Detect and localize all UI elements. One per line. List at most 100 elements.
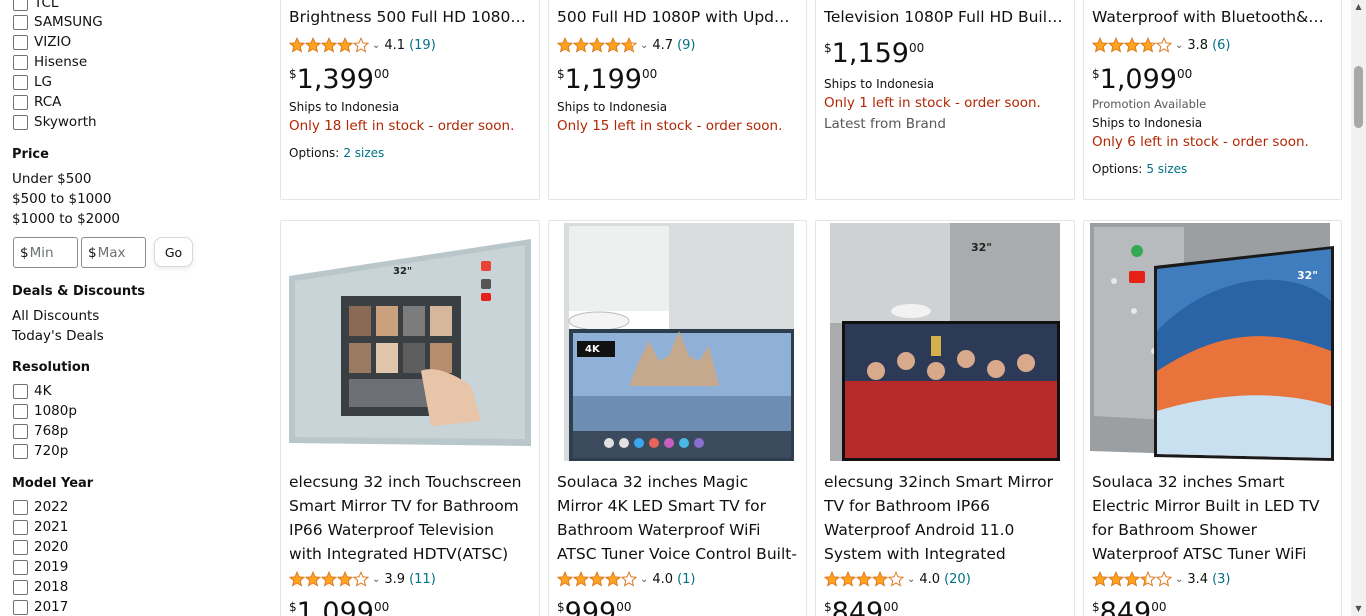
checkbox[interactable]: [13, 0, 28, 11]
sizes-link[interactable]: 2 sizes: [343, 146, 384, 160]
product-image[interactable]: 4K: [549, 221, 806, 462]
checkbox[interactable]: [13, 403, 28, 419]
scrollbar-thumb[interactable]: [1354, 66, 1363, 128]
price-go-button[interactable]: Go: [154, 237, 193, 267]
resolution-filter-720p[interactable]: 720p: [13, 441, 68, 461]
price[interactable]: $ 999 00: [557, 598, 798, 616]
price-500-1000-link[interactable]: $500 to $1000: [12, 191, 111, 207]
star-rating-icon: [557, 571, 637, 587]
checkbox[interactable]: [13, 34, 28, 50]
product-card[interactable]: 500 Full HD 1080P with Updat... ⌄ 4.7 (9…: [548, 0, 807, 200]
product-card[interactable]: Waterproof with Bluetooth&Wi... ⌄ 3.8 (6…: [1083, 0, 1342, 200]
resolution-filter-4k[interactable]: 4K: [13, 381, 51, 401]
checkbox[interactable]: [13, 383, 28, 399]
review-count-link[interactable]: (3): [1212, 572, 1230, 587]
checkbox[interactable]: [13, 423, 28, 439]
price-whole: 1,199: [564, 64, 642, 95]
rating-row[interactable]: ⌄ 4.0 (20): [824, 569, 1066, 589]
rating-row[interactable]: ⌄ 3.4 (3): [1092, 569, 1333, 589]
chevron-down-icon[interactable]: ⌄: [1175, 574, 1183, 585]
checkbox[interactable]: [13, 114, 28, 130]
checkbox[interactable]: [13, 74, 28, 90]
review-count-link[interactable]: (6): [1212, 38, 1230, 53]
product-title[interactable]: elecsung 32 inch Touchscreen Smart Mirro…: [289, 470, 531, 566]
chevron-down-icon[interactable]: ⌄: [640, 574, 648, 585]
checkbox[interactable]: [13, 579, 28, 595]
page-scrollbar[interactable]: ▲ ▼: [1351, 0, 1366, 616]
resolution-filter-1080p[interactable]: 1080p: [13, 401, 77, 421]
year-filter-2022[interactable]: 2022: [13, 497, 68, 517]
checkbox[interactable]: [13, 94, 28, 110]
checkbox[interactable]: [13, 539, 28, 555]
rating-row[interactable]: ⌄ 3.9 (11): [289, 569, 531, 589]
review-count-link[interactable]: (20): [944, 572, 971, 587]
product-title[interactable]: Soulaca 32 inches Magic Mirror 4K LED Sm…: [557, 470, 798, 566]
chevron-down-icon[interactable]: ⌄: [372, 40, 380, 51]
product-card[interactable]: 4K Soulaca 32 inches Magic Mirror 4K LED…: [548, 220, 807, 616]
product-card[interactable]: 32" Soulaca 32 inches Smart Electric Mir…: [1083, 220, 1342, 616]
product-image[interactable]: 32": [281, 221, 539, 462]
price[interactable]: $ 1,159 00: [824, 39, 1066, 73]
product-card[interactable]: 32" elecsung 32inch Smart Mirror TV for …: [815, 220, 1075, 616]
sizes-link[interactable]: 5 sizes: [1146, 162, 1187, 176]
all-discounts-link[interactable]: All Discounts: [12, 308, 99, 324]
review-count-link[interactable]: (9): [677, 38, 695, 53]
brand-filter-rca[interactable]: RCA: [13, 92, 61, 112]
product-title[interactable]: Soulaca 32 inches Smart Electric Mirror …: [1092, 470, 1333, 566]
price[interactable]: $ 1,199 00: [557, 65, 798, 99]
scroll-down-icon[interactable]: ▼: [1353, 602, 1364, 616]
product-title[interactable]: elecsung 32inch Smart Mirror TV for Bath…: [824, 470, 1066, 566]
rating-row[interactable]: ⌄ 4.7 (9): [557, 35, 798, 55]
chevron-down-icon[interactable]: ⌄: [1175, 40, 1183, 51]
checkbox[interactable]: [13, 14, 28, 30]
rating-row[interactable]: ⌄ 4.1 (19): [289, 35, 531, 55]
price-under-500-link[interactable]: Under $500: [12, 171, 92, 187]
rating-row[interactable]: ⌄ 3.8 (6): [1092, 35, 1333, 55]
brand-filter-hisense[interactable]: Hisense: [13, 52, 87, 72]
price[interactable]: $ 849 00: [824, 598, 1066, 616]
product-image[interactable]: 32": [1084, 221, 1341, 462]
product-card[interactable]: 32" elecsung 32 inch Touchscreen Smart M…: [280, 220, 540, 616]
max-price-input[interactable]: $ Max: [81, 237, 146, 268]
year-filter-2021[interactable]: 2021: [13, 517, 68, 537]
min-price-input[interactable]: $ Min: [13, 237, 78, 268]
product-title[interactable]: Brightness 500 Full HD 1080P...: [289, 5, 531, 29]
star-icon: [888, 571, 904, 587]
product-card[interactable]: Brightness 500 Full HD 1080P... ⌄ 4.1 (1…: [280, 0, 540, 200]
brand-filter-lg[interactable]: LG: [13, 72, 52, 92]
todays-deals-link[interactable]: Today's Deals: [12, 328, 104, 344]
resolution-filter-768p[interactable]: 768p: [13, 421, 68, 441]
chevron-down-icon[interactable]: ⌄: [372, 574, 380, 585]
product-card[interactable]: Television 1080P Full HD Built-i... $ 1,…: [815, 0, 1075, 200]
product-title[interactable]: Waterproof with Bluetooth&Wi...: [1092, 5, 1333, 29]
rating-row[interactable]: ⌄ 4.0 (1): [557, 569, 798, 589]
price[interactable]: $ 1,099 00: [1092, 65, 1333, 99]
year-filter-2020[interactable]: 2020: [13, 537, 68, 557]
checkbox[interactable]: [13, 519, 28, 535]
product-image[interactable]: 32": [816, 221, 1074, 462]
checkbox[interactable]: [13, 599, 28, 615]
price-1000-2000-link[interactable]: $1000 to $2000: [12, 211, 120, 227]
chevron-down-icon[interactable]: ⌄: [640, 40, 648, 51]
review-count-link[interactable]: (11): [409, 572, 436, 587]
checkbox[interactable]: [13, 443, 28, 459]
checkbox[interactable]: [13, 54, 28, 70]
screen-size-badge: 32": [393, 266, 413, 277]
year-filter-2017[interactable]: 2017: [13, 597, 68, 616]
review-count-link[interactable]: (19): [409, 38, 436, 53]
price[interactable]: $ 849 00: [1092, 598, 1333, 616]
product-title[interactable]: Television 1080P Full HD Built-i...: [824, 5, 1066, 29]
brand-filter-vizio[interactable]: VIZIO: [13, 32, 71, 52]
product-title[interactable]: 500 Full HD 1080P with Updat...: [557, 5, 798, 29]
year-filter-2018[interactable]: 2018: [13, 577, 68, 597]
price[interactable]: $ 1,099 00: [289, 598, 531, 616]
brand-filter-skyworth[interactable]: Skyworth: [13, 112, 97, 132]
price[interactable]: $ 1,399 00: [289, 65, 531, 99]
checkbox[interactable]: [13, 499, 28, 515]
year-filter-2019[interactable]: 2019: [13, 557, 68, 577]
scroll-up-icon[interactable]: ▲: [1353, 0, 1364, 14]
review-count-link[interactable]: (1): [677, 572, 695, 587]
chevron-down-icon[interactable]: ⌄: [907, 574, 915, 585]
brand-filter-samsung[interactable]: SAMSUNG: [13, 12, 103, 32]
checkbox[interactable]: [13, 559, 28, 575]
